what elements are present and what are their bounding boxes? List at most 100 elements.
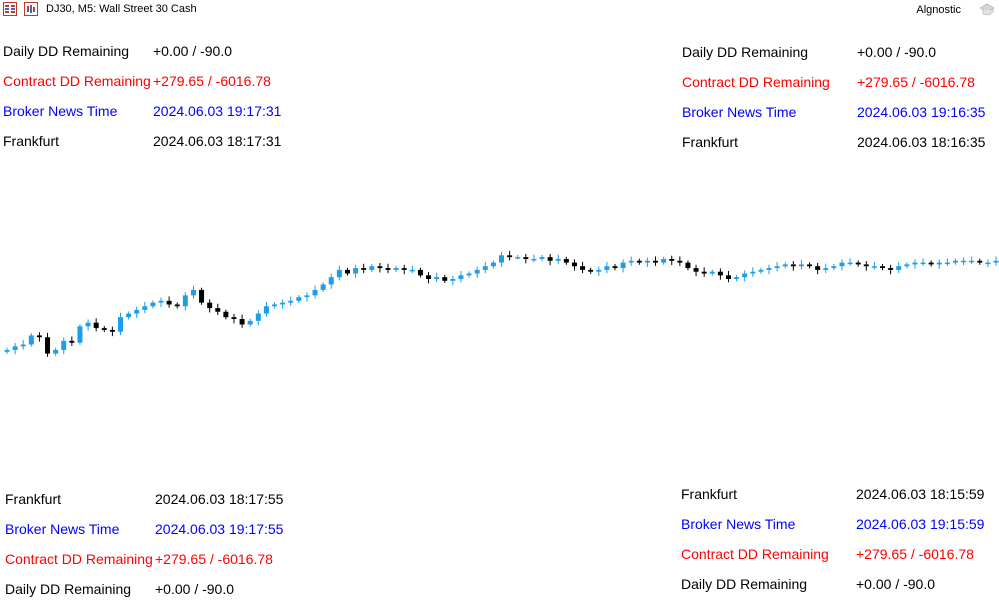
candle-bearish	[344, 269, 350, 274]
candle-bearish	[701, 271, 707, 274]
candle-bullish	[904, 264, 910, 267]
candle-bullish	[280, 302, 286, 305]
candle-bearish	[417, 269, 423, 276]
candle-bearish	[385, 268, 391, 270]
candle-bullish	[661, 258, 667, 263]
candle-bullish	[709, 271, 715, 274]
info-row-broker-news-time: Broker News Time 2024.06.03 19:16:35	[682, 104, 986, 124]
candle-bullish	[288, 300, 294, 303]
candle-bullish	[190, 289, 196, 296]
candle-bullish	[555, 258, 561, 261]
candle-bearish	[166, 300, 172, 305]
candle-bullish	[126, 313, 132, 318]
candle-bearish	[888, 268, 894, 270]
candle-bullish	[393, 268, 399, 270]
candle-bullish	[12, 346, 18, 350]
candle-bullish	[85, 322, 91, 327]
candle-bullish	[320, 284, 326, 290]
candle-bullish	[61, 340, 67, 350]
info-row-contract-dd-remaining: Contract DD Remaining +279.65 / -6016.78	[5, 551, 305, 571]
candle-bullish	[263, 306, 269, 314]
candle-bullish	[515, 257, 521, 259]
candle-bearish	[563, 258, 569, 263]
candle-bearish	[361, 268, 367, 270]
candle-bullish	[993, 260, 999, 263]
candle-bullish	[142, 306, 148, 310]
candle-bearish	[207, 302, 213, 309]
info-row-contract-dd-remaining: Contract DD Remaining +279.65 / -6016.78	[3, 73, 303, 93]
candle-bearish	[580, 266, 586, 270]
info-row-label: Frankfurt	[3, 133, 60, 149]
candle-bearish	[523, 257, 529, 259]
candle-bullish	[782, 264, 788, 267]
info-row-value: +279.65 / -6016.78	[856, 546, 974, 562]
candle-bullish	[620, 262, 626, 269]
candle-bullish	[117, 317, 123, 332]
info-row-value: 2024.06.03 18:17:31	[153, 133, 282, 149]
candle-bullish	[750, 271, 756, 274]
candle-bearish	[174, 304, 180, 307]
candle-bearish	[93, 322, 99, 329]
candle-bullish	[336, 269, 342, 278]
info-row-label: Daily DD Remaining	[5, 581, 132, 597]
candle-bearish	[790, 264, 796, 267]
candle-bullish	[912, 262, 918, 265]
info-row-daily-dd-remaining: Daily DD Remaining +0.00 / -90.0	[5, 581, 305, 601]
candle-bearish	[442, 277, 448, 281]
candle-bullish	[474, 269, 480, 274]
candle-bearish	[653, 260, 659, 263]
candle-bullish	[847, 262, 853, 265]
candle-bearish	[101, 328, 107, 330]
candle-bullish	[831, 266, 837, 269]
candle-bearish	[36, 335, 42, 338]
info-row-label: Contract DD Remaining	[3, 73, 151, 89]
candle-bullish	[28, 335, 34, 345]
candle-bearish	[612, 266, 618, 269]
info-row-value: 2024.06.03 18:15:59	[856, 486, 985, 502]
info-row-label: Broker News Time	[3, 103, 118, 119]
info-row-label: Frankfurt	[681, 486, 738, 502]
candle-bullish	[466, 273, 472, 276]
candle-bullish	[296, 297, 302, 301]
candle-bearish	[725, 275, 731, 279]
candle-bullish	[734, 277, 740, 279]
candle-bearish	[109, 329, 115, 332]
candle-bullish	[353, 268, 359, 274]
candle-bullish	[961, 260, 967, 263]
info-row-label: Daily DD Remaining	[682, 44, 809, 60]
candle-bullish	[304, 295, 310, 298]
info-row-contract-dd-remaining: Contract DD Remaining +279.65 / -6016.78	[682, 74, 982, 94]
candle-bearish	[880, 266, 886, 269]
candle-bullish	[20, 344, 26, 347]
info-row-broker-news-time: Broker News Time 2024.06.03 19:17:31	[3, 103, 303, 123]
candle-bearish	[239, 319, 245, 325]
candle-bearish	[507, 255, 513, 258]
info-row-value: +0.00 / -90.0	[856, 576, 936, 592]
candle-bearish	[426, 275, 432, 279]
info-row-label: Daily DD Remaining	[3, 43, 130, 59]
candle-bearish	[223, 311, 229, 318]
candle-bullish	[369, 266, 375, 270]
candle-bullish	[871, 266, 877, 268]
candle-bearish	[677, 260, 683, 263]
candle-bullish	[434, 277, 440, 279]
info-row-value: +279.65 / -6016.78	[153, 73, 271, 89]
candle-bearish	[199, 289, 205, 303]
info-row-label: Broker News Time	[681, 516, 796, 532]
candle-bullish	[158, 300, 164, 303]
candle-bullish	[150, 302, 156, 307]
info-row-frankfurt: Frankfurt 2024.06.03 18:15:59	[681, 486, 985, 506]
candle-bearish	[215, 308, 221, 312]
info-row-value: +0.00 / -90.0	[857, 44, 937, 60]
info-row-value: 2024.06.03 19:16:35	[857, 104, 986, 120]
info-row-label: Frankfurt	[682, 134, 739, 150]
candle-bullish	[944, 262, 950, 265]
info-row-frankfurt: Frankfurt 2024.06.03 18:16:35	[682, 134, 985, 154]
candle-bearish	[401, 268, 407, 270]
candle-bearish	[636, 260, 642, 263]
candle-bearish	[231, 317, 237, 320]
candle-bearish	[69, 340, 75, 343]
candle-bullish	[604, 266, 610, 270]
candle-bullish	[742, 273, 748, 278]
candle-bearish	[685, 262, 691, 269]
